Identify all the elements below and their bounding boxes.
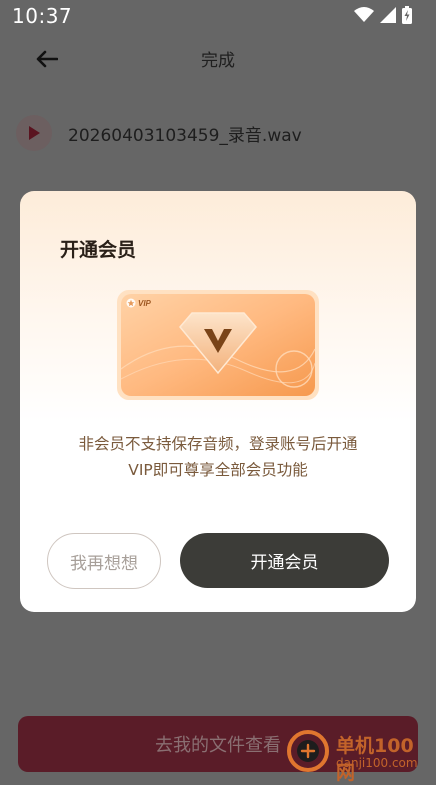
watermark: 单机100网 danji100.com <box>286 729 432 784</box>
cancel-button[interactable]: 我再想想 <box>47 533 161 589</box>
vip-card-image: VIP <box>117 290 319 400</box>
open-vip-button-label: 开通会员 <box>250 553 319 573</box>
vip-card-badge: VIP <box>138 299 152 308</box>
page-title: 完成 <box>201 51 235 71</box>
status-icons <box>354 6 412 24</box>
battery-icon <box>402 6 412 24</box>
watermark-url: danji100.com <box>336 756 418 770</box>
play-icon <box>29 126 40 140</box>
play-button[interactable] <box>16 115 52 151</box>
watermark-logo-icon <box>287 730 329 772</box>
file-item[interactable]: 20260403103459_录音.wav <box>16 114 416 152</box>
status-bar: 10:37 <box>0 0 436 32</box>
view-my-files-label: 去我的文件查看 <box>155 735 281 756</box>
dialog-title: 开通会员 <box>60 239 137 261</box>
app-header: 完成 <box>0 36 436 80</box>
vip-dialog: 开通会员 VIP 非会员不支持保存音频，登录账号后开通 VIP即可尊享全部会员功… <box>20 191 416 612</box>
wifi-icon <box>354 7 374 22</box>
status-time: 10:37 <box>12 4 73 28</box>
cancel-button-label: 我再想想 <box>70 553 138 574</box>
dialog-message-line-2: VIP即可尊享全部会员功能 <box>128 461 308 479</box>
dialog-message-line-1: 非会员不支持保存音频，登录账号后开通 <box>78 435 358 453</box>
dialog-message: 非会员不支持保存音频，登录账号后开通 VIP即可尊享全部会员功能 <box>44 431 392 483</box>
open-vip-button[interactable]: 开通会员 <box>180 533 389 588</box>
file-name: 20260403103459_录音.wav <box>68 125 302 146</box>
signal-icon <box>380 7 396 23</box>
